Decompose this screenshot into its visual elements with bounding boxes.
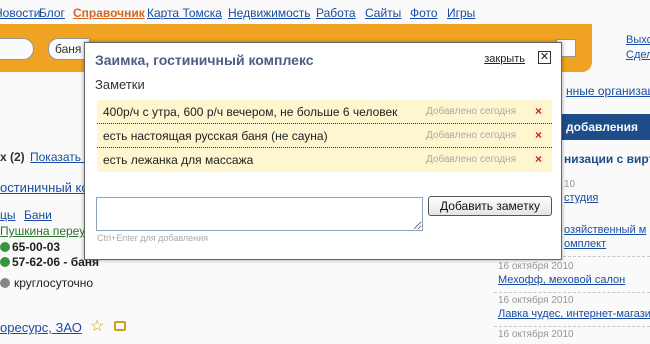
note-input[interactable]	[96, 197, 423, 231]
note-item: 400р/ч с утра, 600 р/ч вечером, не больш…	[97, 100, 552, 124]
input-hint: Ctrl+Enter для добавления	[97, 233, 209, 243]
notes-list: 400р/ч с утра, 600 р/ч вечером, не больш…	[97, 100, 552, 172]
close-icon[interactable]: ✕	[538, 51, 551, 64]
note-date: Добавлено сегодня	[426, 154, 516, 165]
delete-icon[interactable]: ×	[535, 128, 542, 142]
delete-icon[interactable]: ×	[535, 104, 542, 118]
delete-icon[interactable]: ×	[535, 152, 542, 166]
notes-modal: Заимка, гостиничный комплекс закрыть ✕ З…	[84, 42, 562, 260]
close-link[interactable]: закрыть	[484, 53, 525, 65]
add-note-button[interactable]: Добавить заметку	[428, 196, 552, 216]
note-item: есть лежанка для массажа Добавлено сегод…	[97, 148, 552, 172]
note-date: Добавлено сегодня	[426, 106, 516, 117]
notes-heading: Заметки	[95, 77, 145, 92]
note-text: есть лежанка для массажа	[103, 153, 254, 167]
note-text: есть настоящая русская баня (не сауна)	[103, 129, 328, 143]
modal-title: Заимка, гостиничный комплекс	[95, 52, 314, 68]
note-text: 400р/ч с утра, 600 р/ч вечером, не больш…	[103, 105, 398, 119]
note-date: Добавлено сегодня	[426, 130, 516, 141]
note-item: есть настоящая русская баня (не сауна) Д…	[97, 124, 552, 148]
